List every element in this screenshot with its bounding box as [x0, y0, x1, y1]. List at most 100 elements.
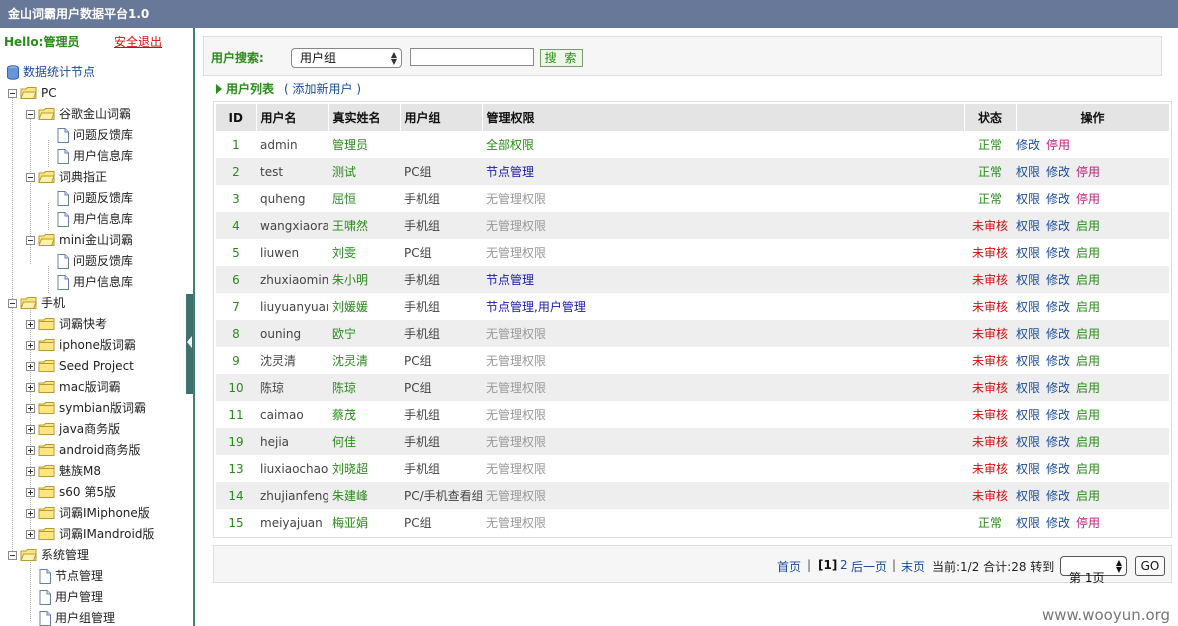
search-button[interactable]: 搜 索: [540, 49, 583, 67]
expand-plus-icon[interactable]: [26, 467, 35, 476]
tree-item[interactable]: 节点管理: [0, 566, 186, 587]
collapse-arrow-icon[interactable]: [187, 336, 192, 348]
permission-link[interactable]: 权限: [1016, 219, 1040, 233]
tree-item[interactable]: 用户信息库: [0, 272, 186, 293]
tree-item[interactable]: 用户信息库: [0, 209, 186, 230]
tree-item[interactable]: s60 第5版: [0, 482, 186, 503]
permission-link[interactable]: 权限: [1016, 435, 1040, 449]
enable-link[interactable]: 启用: [1076, 246, 1100, 260]
enable-link[interactable]: 启用: [1076, 462, 1100, 476]
expand-plus-icon[interactable]: [26, 383, 35, 392]
permission-link[interactable]: 权限: [1016, 381, 1040, 395]
edit-link[interactable]: 修改: [1046, 273, 1070, 287]
expand-plus-icon[interactable]: [26, 509, 35, 518]
permission-link[interactable]: 权限: [1016, 408, 1040, 422]
permission-link[interactable]: 权限: [1016, 327, 1040, 341]
collapse-minus-icon[interactable]: [8, 299, 17, 308]
last-page-link[interactable]: 末页: [901, 558, 925, 575]
tree-item[interactable]: 问题反馈库: [0, 251, 186, 272]
edit-link[interactable]: 修改: [1046, 165, 1070, 179]
tree-item[interactable]: android商务版: [0, 440, 186, 461]
tree-item[interactable]: java商务版: [0, 419, 186, 440]
permission-link[interactable]: 权限: [1016, 246, 1040, 260]
enable-link[interactable]: 启用: [1076, 327, 1100, 341]
collapse-minus-icon[interactable]: [26, 173, 35, 182]
disable-link[interactable]: 停用: [1076, 516, 1100, 530]
edit-link[interactable]: 修改: [1046, 246, 1070, 260]
tree-item[interactable]: 用户组管理: [0, 608, 186, 626]
expand-plus-icon[interactable]: [26, 530, 35, 539]
tree-item[interactable]: 魅族M8: [0, 461, 186, 482]
add-user-link[interactable]: ( 添加新用户 ): [284, 82, 361, 96]
enable-link[interactable]: 启用: [1076, 273, 1100, 287]
edit-link[interactable]: 修改: [1046, 300, 1070, 314]
collapse-minus-icon[interactable]: [26, 110, 35, 119]
go-button[interactable]: GO: [1135, 556, 1165, 576]
disable-link[interactable]: 停用: [1076, 165, 1100, 179]
next-page-link[interactable]: 后一页: [851, 558, 887, 575]
permission-link[interactable]: 权限: [1016, 165, 1040, 179]
expand-plus-icon[interactable]: [26, 320, 35, 329]
tree-item[interactable]: 词霸IMandroid版: [0, 524, 186, 545]
enable-link[interactable]: 启用: [1076, 408, 1100, 422]
edit-link[interactable]: 修改: [1046, 408, 1070, 422]
page-select[interactable]: 第 1页 ▲ ▼: [1060, 556, 1127, 585]
permission-link[interactable]: 权限: [1016, 462, 1040, 476]
tree-item[interactable]: PC: [0, 83, 186, 104]
tree-item[interactable]: mini金山词霸: [0, 230, 186, 251]
tree-item[interactable]: 问题反馈库: [0, 125, 186, 146]
enable-link[interactable]: 启用: [1076, 354, 1100, 368]
enable-link[interactable]: 启用: [1076, 489, 1100, 503]
edit-link[interactable]: 修改: [1016, 138, 1040, 152]
expand-plus-icon[interactable]: [26, 425, 35, 434]
permission-link[interactable]: 权限: [1016, 489, 1040, 503]
edit-link[interactable]: 修改: [1046, 435, 1070, 449]
edit-link[interactable]: 修改: [1046, 462, 1070, 476]
tree-item[interactable]: 手机: [0, 293, 186, 314]
expand-plus-icon[interactable]: [26, 341, 35, 350]
expand-plus-icon[interactable]: [26, 404, 35, 413]
collapse-minus-icon[interactable]: [26, 236, 35, 245]
permission-link[interactable]: 权限: [1016, 273, 1040, 287]
tree-item[interactable]: 词霸IMiphone版: [0, 503, 186, 524]
tree-item[interactable]: 谷歌金山词霸: [0, 104, 186, 125]
permission-link[interactable]: 权限: [1016, 300, 1040, 314]
permission-link[interactable]: 权限: [1016, 354, 1040, 368]
tree-item[interactable]: mac版词霸: [0, 377, 186, 398]
tree-item[interactable]: 用户管理: [0, 587, 186, 608]
collapse-minus-icon[interactable]: [8, 89, 17, 98]
disable-link[interactable]: 停用: [1046, 138, 1070, 152]
tree-item[interactable]: 词典指正: [0, 167, 186, 188]
tree-item[interactable]: 用户信息库: [0, 146, 186, 167]
edit-link[interactable]: 修改: [1046, 354, 1070, 368]
edit-link[interactable]: 修改: [1046, 327, 1070, 341]
logout-link[interactable]: 安全退出: [114, 33, 162, 50]
enable-link[interactable]: 启用: [1076, 435, 1100, 449]
first-page-link[interactable]: 首页: [777, 558, 801, 575]
expand-plus-icon[interactable]: [26, 362, 35, 371]
tree-item[interactable]: 数据统计节点: [0, 62, 186, 83]
edit-link[interactable]: 修改: [1046, 516, 1070, 530]
enable-link[interactable]: 启用: [1076, 300, 1100, 314]
collapse-minus-icon[interactable]: [8, 551, 17, 560]
edit-link[interactable]: 修改: [1046, 192, 1070, 206]
expand-plus-icon[interactable]: [26, 446, 35, 455]
tree-item[interactable]: iphone版词霸: [0, 335, 186, 356]
search-input[interactable]: [410, 48, 534, 66]
enable-link[interactable]: 启用: [1076, 381, 1100, 395]
expand-plus-icon[interactable]: [26, 488, 35, 497]
search-field-select[interactable]: 用户组 ▲ ▼: [291, 48, 402, 68]
permission-link[interactable]: 权限: [1016, 516, 1040, 530]
edit-link[interactable]: 修改: [1046, 381, 1070, 395]
edit-link[interactable]: 修改: [1046, 219, 1070, 233]
tree-item[interactable]: 问题反馈库: [0, 188, 186, 209]
permission-link[interactable]: 权限: [1016, 192, 1040, 206]
disable-link[interactable]: 停用: [1076, 192, 1100, 206]
tree-item[interactable]: 词霸快考: [0, 314, 186, 335]
tree-item[interactable]: Seed Project: [0, 356, 186, 377]
page-2-link[interactable]: 2: [840, 558, 848, 572]
enable-link[interactable]: 启用: [1076, 219, 1100, 233]
tree-item[interactable]: symbian版词霸: [0, 398, 186, 419]
edit-link[interactable]: 修改: [1046, 489, 1070, 503]
tree-item[interactable]: 系统管理: [0, 545, 186, 566]
